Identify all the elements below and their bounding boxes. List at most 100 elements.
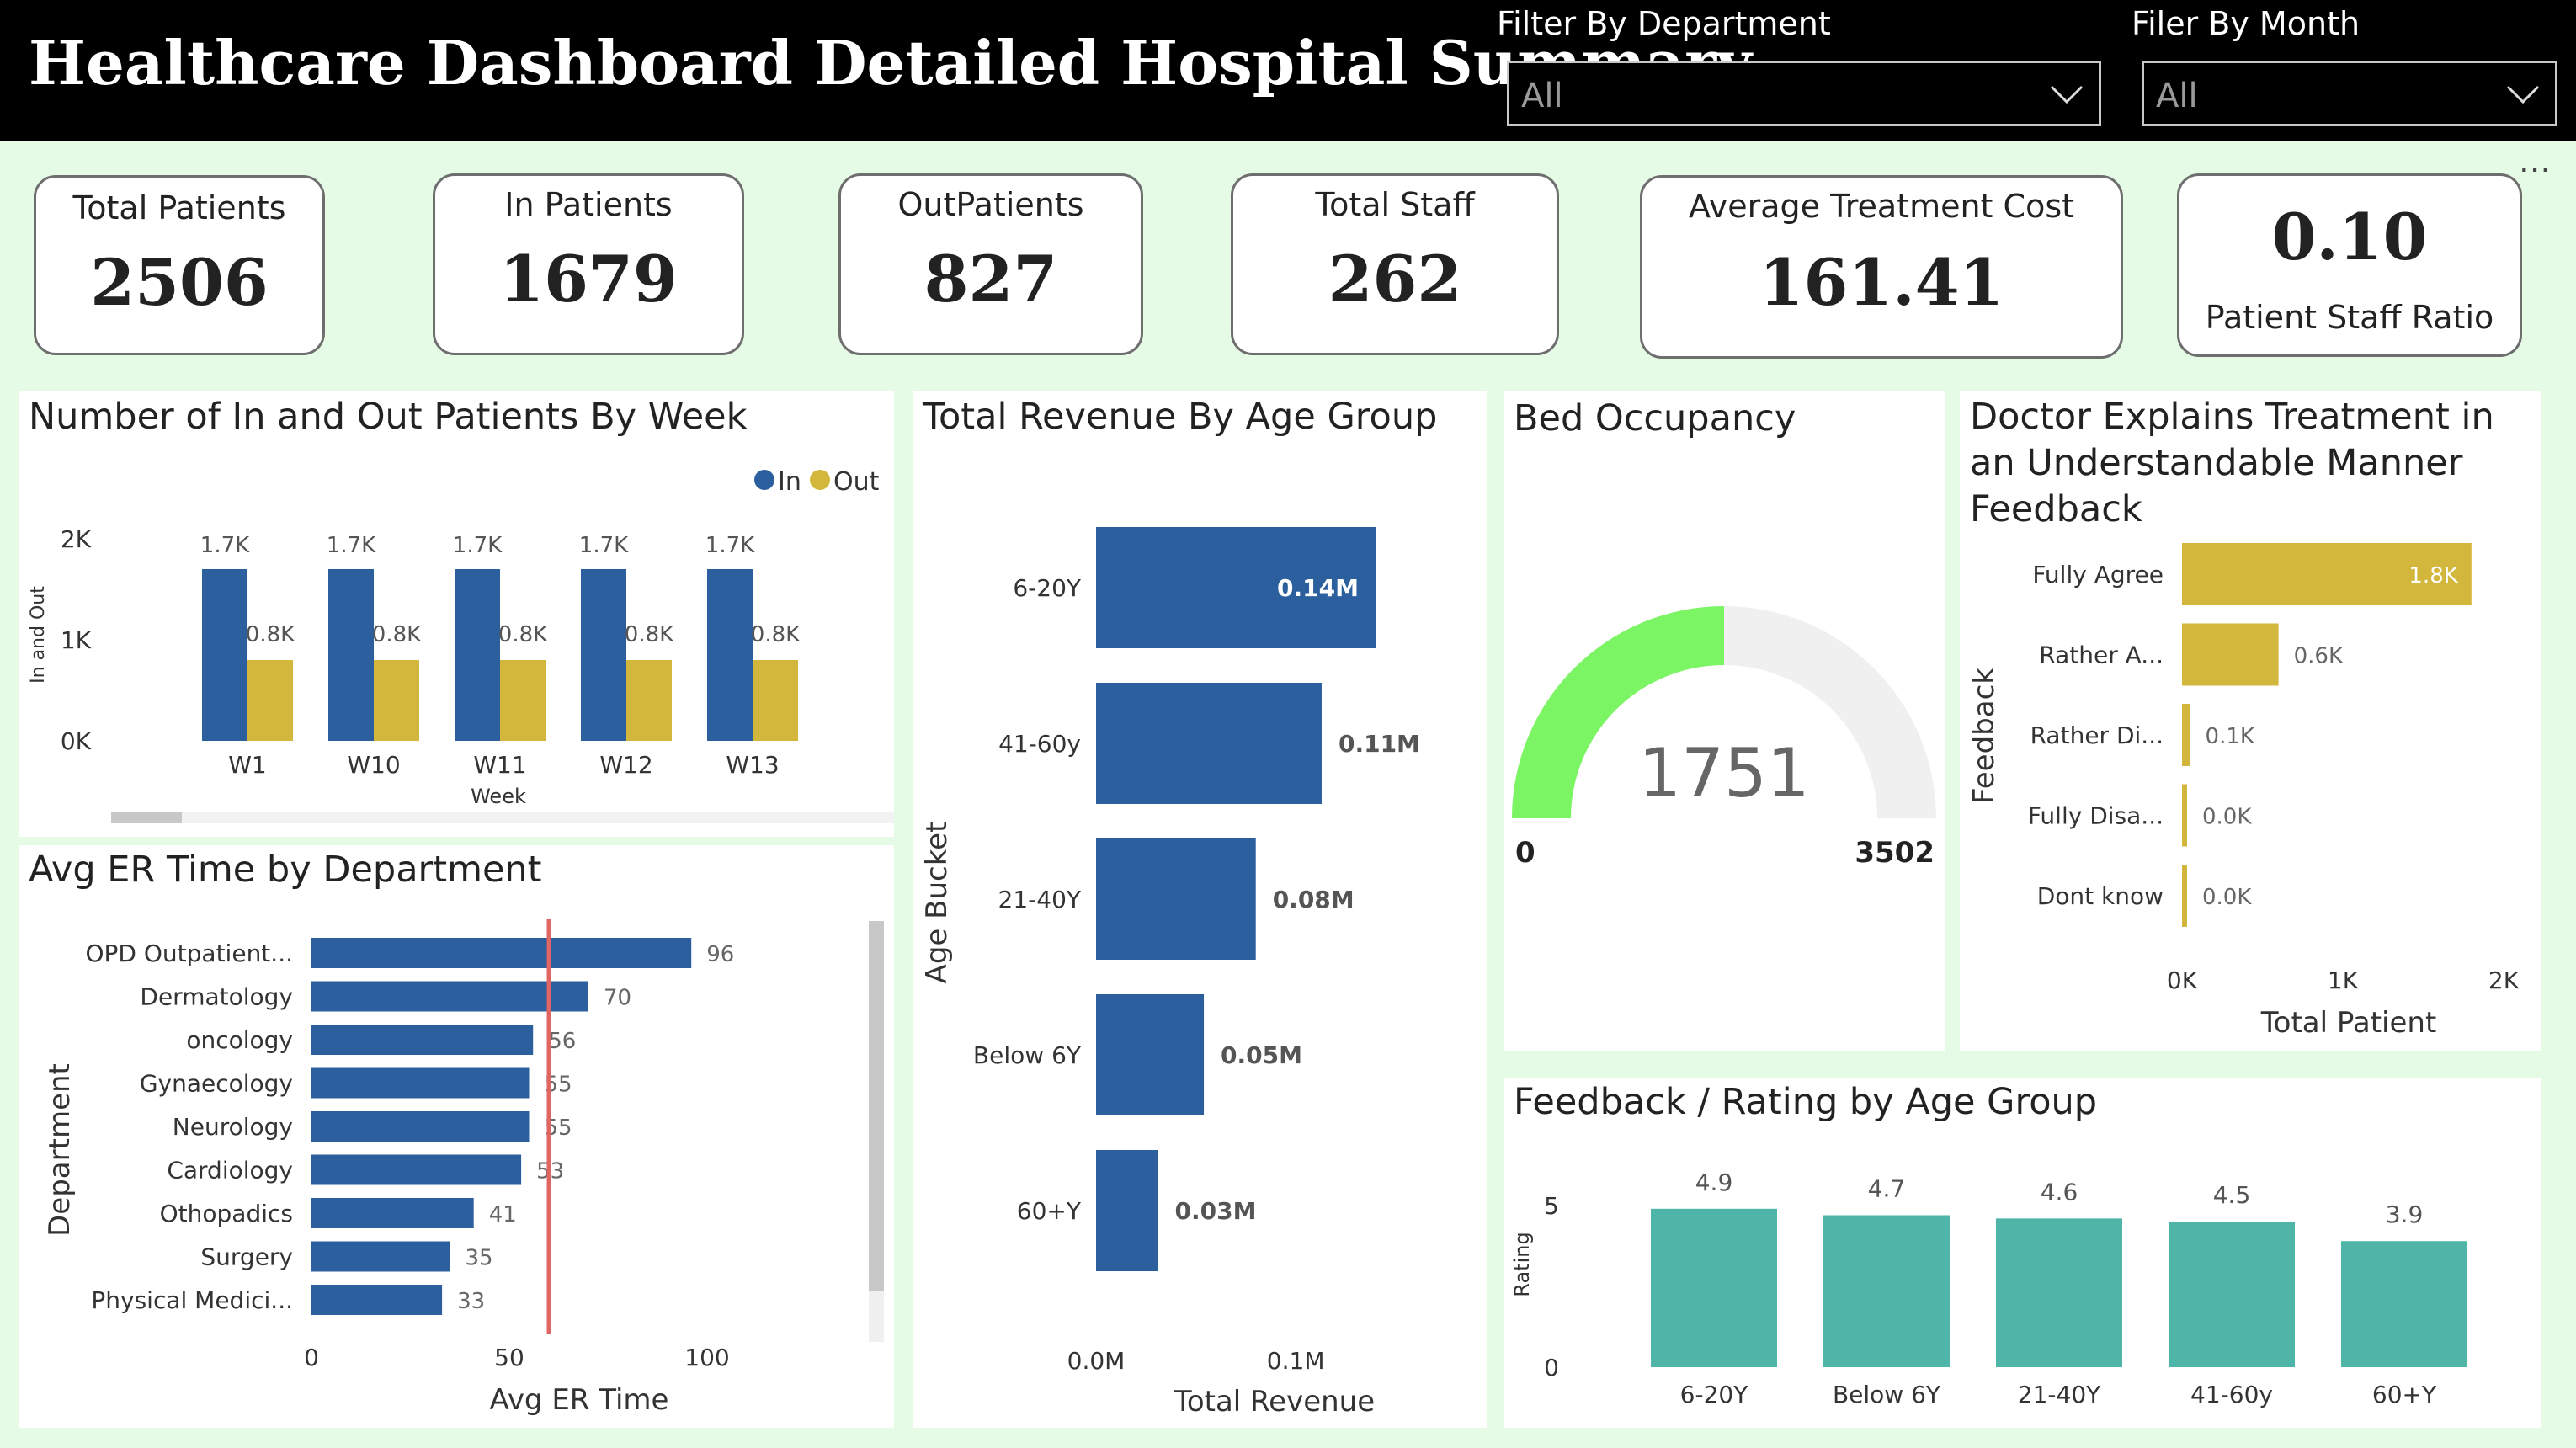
data-label: 4.9 [1695, 1169, 1733, 1196]
category-label: 21-40Y [998, 886, 1082, 913]
data-label: 0.0K [2202, 885, 2252, 910]
x-tick-label: 50 [494, 1344, 524, 1371]
category-label: oncology [186, 1026, 293, 1054]
header-bar: Healthcare Dashboard Detailed Hospital S… [0, 0, 2576, 141]
x-tick-label: 1K [2328, 966, 2359, 994]
y-tick-label: 5 [1544, 1192, 1559, 1220]
rating-bar [1651, 1208, 1777, 1367]
kpi-patient-staff-ratio: 0.10 Patient Staff Ratio [2177, 173, 2522, 357]
filter-department-dropdown[interactable]: All [1507, 61, 2101, 126]
data-label: 4.6 [2041, 1178, 2078, 1206]
data-label: 0.14M [1277, 574, 1359, 602]
kpi-label: Average Treatment Cost [1688, 188, 2075, 225]
data-label: 70 [604, 986, 631, 1011]
category-label: Below 6Y [973, 1041, 1082, 1069]
er-bar [311, 1154, 522, 1185]
filter-month-label: Filer By Month [2132, 5, 2360, 42]
er-bar [311, 938, 692, 968]
data-label: 4.7 [1868, 1175, 1906, 1203]
bar-out [626, 660, 672, 741]
bar-in [202, 569, 247, 741]
data-label-out: 0.8K [246, 622, 295, 647]
rating-bar [2169, 1222, 2295, 1367]
scrollbar-thumb [111, 812, 182, 823]
category-label: Cardiology [167, 1157, 293, 1184]
kpi-average-treatment-cost: Average Treatment Cost 161.41 [1640, 175, 2123, 359]
revenue-bar [1096, 838, 1256, 960]
kpi-label: Patient Staff Ratio [2205, 299, 2494, 336]
er-time-chart: OPD Outpatient... 96 Dermatology 70 oncology… [43, 919, 734, 1417]
chevron-down-icon [2050, 85, 2084, 104]
kpi-out-patients: OutPatients 827 [838, 173, 1143, 355]
panel-weekly-patients: Number of In and Out Patients By Week In… [19, 391, 894, 837]
y-axis-label: Age Bucket [920, 822, 954, 984]
rating-bar [2341, 1241, 2467, 1367]
data-label-in: 1.7K [327, 533, 376, 558]
filter-month-dropdown[interactable]: All [2142, 61, 2557, 126]
er-bar [311, 1241, 450, 1272]
y-axis-label: Feedback [1967, 668, 2001, 804]
feedback-bar [2182, 784, 2187, 847]
x-tick-label: 0.0M [1067, 1347, 1126, 1375]
kpi-value: 262 [1328, 242, 1462, 317]
weekly-chart: In Out 0K 1K 2K In and Out 1.7K 0.8K W1 1.7K 0.8K W… [28, 467, 894, 823]
category-label: 6-20Y [1013, 574, 1082, 602]
revenue-bar [1096, 994, 1205, 1115]
kpi-label: Total Patients [72, 189, 286, 226]
filter-department-value: All [1521, 77, 1563, 115]
bed-occupancy-gauge: 1751 0 3502 [1512, 606, 1936, 870]
feedback-bar [2182, 704, 2190, 766]
data-label: 1.8K [2408, 563, 2458, 588]
kpi-value: 1679 [499, 242, 678, 317]
er-bar [311, 1198, 474, 1228]
gauge-max-label: 3502 [1855, 836, 1935, 870]
kpi-total-staff: Total Staff 262 [1231, 173, 1559, 355]
y-tick-label: 0K [61, 727, 92, 755]
x-tick-label: W11 [473, 751, 526, 779]
more-options-icon[interactable]: ... [2519, 144, 2551, 178]
y-axis-label: Rating [1510, 1232, 1534, 1296]
bar-in [328, 569, 374, 741]
x-tick-label: W13 [726, 751, 779, 779]
data-label-in: 1.7K [705, 533, 755, 558]
x-axis-label: Avg ER Time [490, 1383, 669, 1417]
rating-chart: 4.9 6-20Y 4.7 Below 6Y 4.6 21-40Y 4.5 41-60y 3.9… [1510, 1169, 2467, 1408]
x-tick-label: W12 [599, 751, 652, 779]
revenue-bar [1096, 1150, 1158, 1271]
bar-in [581, 569, 626, 741]
category-label: Rather Di... [2030, 721, 2164, 749]
rating-bar [1823, 1215, 1950, 1367]
category-label: Rather A... [2039, 641, 2164, 669]
kpi-value: 2506 [90, 245, 269, 320]
data-label-out: 0.8K [751, 622, 801, 647]
revenue-bar [1096, 683, 1322, 804]
category-label: Dermatology [140, 983, 293, 1011]
x-tick-label: W1 [228, 751, 267, 779]
data-label-out: 0.8K [498, 622, 548, 647]
category-label: 41-60y [998, 730, 1081, 758]
category-label: OPD Outpatient... [86, 940, 294, 967]
data-label: 0.03M [1175, 1197, 1257, 1225]
data-label: 56 [548, 1029, 576, 1054]
rating-bar [1996, 1218, 2122, 1367]
er-bar [311, 1285, 443, 1315]
legend-in-label: In [778, 467, 801, 497]
er-bar [311, 1025, 534, 1055]
x-tick-label: 41-60y [2190, 1381, 2273, 1408]
legend-out-label: Out [833, 467, 880, 497]
kpi-value: 0.10 [2271, 200, 2428, 274]
x-axis-label: Week [471, 785, 526, 808]
x-axis-label: Total Patient [2260, 1006, 2437, 1040]
kpi-label: OutPatients [897, 186, 1084, 223]
kpi-value: 827 [923, 242, 1058, 317]
panel-bed-occupancy: Bed Occupancy 1751 0 3502 [1504, 391, 1945, 1051]
revenue-chart: 6-20Y 0.14M 41-60y 0.11M 21-40Y 0.08M Below 6Y… [920, 527, 1420, 1419]
data-label-in: 1.7K [579, 533, 629, 558]
data-label: 4.5 [2213, 1181, 2251, 1209]
data-label: 0.08M [1273, 886, 1355, 913]
kpi-in-patients: In Patients 1679 [433, 173, 744, 355]
bar-out [247, 660, 293, 741]
feedback-bar [2182, 865, 2187, 927]
y-tick-label: 2K [61, 525, 92, 553]
bar-in [455, 569, 500, 741]
